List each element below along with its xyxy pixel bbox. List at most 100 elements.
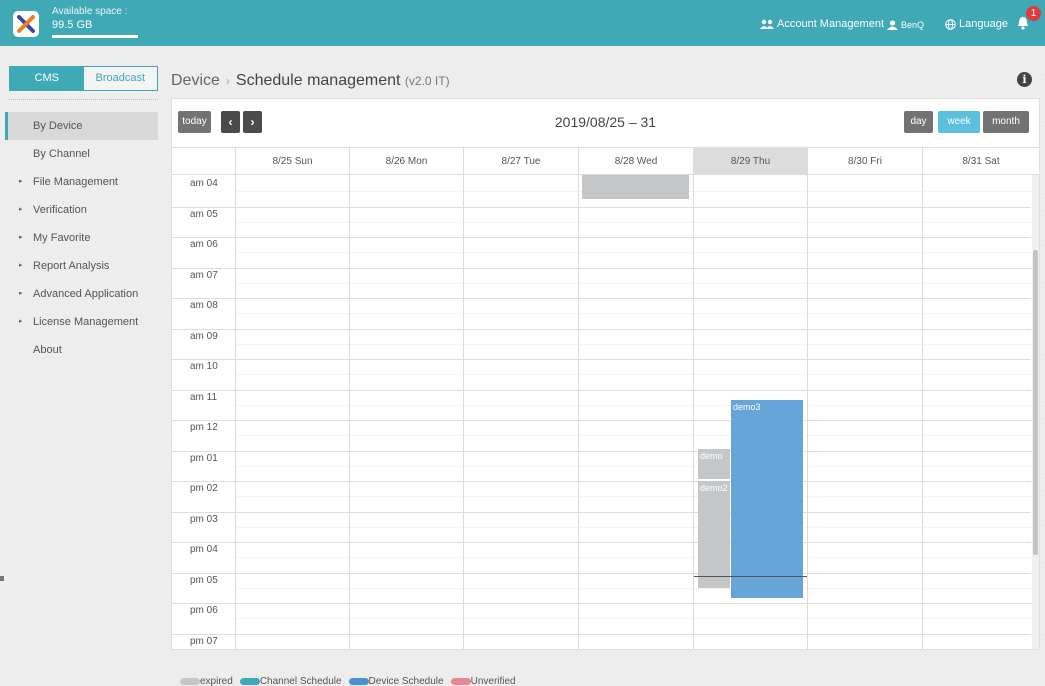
- hour-line: [172, 267, 1031, 269]
- current-time-marker: [0, 576, 4, 581]
- hour-label: pm 03: [190, 513, 218, 525]
- language-menu[interactable]: Language: [945, 18, 1008, 30]
- expired-schedule-event[interactable]: [582, 175, 689, 199]
- day-header: 8/31 Sat: [922, 148, 1039, 175]
- half-hour-line: [235, 587, 1031, 589]
- sidebar-item-file-management[interactable]: ▸ File Management: [5, 168, 158, 196]
- day-header: 8/29 Thu: [693, 148, 807, 175]
- hour-line: [172, 298, 1031, 299]
- version-label: (v2.0 IT): [404, 74, 450, 88]
- breadcrumb-separator: ›: [225, 74, 230, 88]
- available-space-bar-fill: [52, 35, 138, 38]
- hour-line: [172, 206, 1031, 208]
- hour-label: am 04: [190, 178, 218, 189]
- half-hour-line: [235, 221, 1031, 223]
- day-column-divider: [463, 175, 464, 649]
- globe-icon: [945, 18, 956, 30]
- half-hour-line: [235, 557, 1031, 559]
- sidebar-item-about[interactable]: About: [5, 336, 158, 364]
- caret-right-icon: ▸: [19, 318, 23, 325]
- day-column-divider: [349, 175, 350, 649]
- current-time-line: [694, 575, 807, 577]
- tab-broadcast[interactable]: Broadcast: [83, 67, 157, 90]
- sidebar-divider: [9, 99, 158, 100]
- caret-right-icon: ▸: [19, 234, 23, 241]
- available-space-label: Available space :: [52, 6, 128, 17]
- hour-line: [172, 359, 1031, 360]
- language-label: Language: [959, 18, 1008, 30]
- day-column-divider: [235, 175, 236, 649]
- event-title: demo: [700, 450, 723, 461]
- sidebar-item-verification[interactable]: ▸ Verification: [5, 196, 158, 224]
- legend-label: expired: [200, 676, 233, 686]
- user-icon: [887, 20, 898, 30]
- view-day-button[interactable]: day: [904, 111, 933, 133]
- sidebar-item-by-channel[interactable]: By Channel: [5, 140, 158, 168]
- sidebar-tabs: CMS Broadcast: [9, 66, 158, 91]
- hour-label: pm 05: [190, 574, 218, 586]
- sidebar-item-label: By Channel: [33, 148, 90, 160]
- tab-cms[interactable]: CMS: [10, 67, 84, 90]
- hour-label: pm 02: [190, 483, 218, 494]
- calendar-day-header: 8/25 Sun 8/26 Mon 8/27 Tue 8/28 Wed 8/29 Thu…: [172, 147, 1039, 175]
- caret-right-icon: ▸: [19, 206, 23, 213]
- sidebar-item-my-favorite[interactable]: ▸ My Favorite: [5, 224, 158, 252]
- hour-line: [172, 237, 1031, 238]
- calendar-scrollbar[interactable]: [1032, 175, 1039, 649]
- calendar-panel: today ‹ › 2019/08/25 – 31 day week month 8…: [171, 98, 1040, 650]
- hour-label: pm 07: [190, 635, 218, 647]
- expired-schedule-event[interactable]: demo: [698, 448, 730, 480]
- notification-badge: 1: [1026, 6, 1041, 21]
- calendar-scroll-thumb[interactable]: [1033, 250, 1038, 555]
- caret-right-icon: ▸: [19, 178, 23, 185]
- account-management-link[interactable]: Account Management: [760, 18, 884, 30]
- info-icon[interactable]: i: [1017, 72, 1032, 87]
- hour-line: [172, 633, 1031, 635]
- app-logo-icon[interactable]: [13, 11, 39, 37]
- hour-line: [172, 328, 1031, 330]
- view-month-button[interactable]: month: [983, 111, 1029, 133]
- half-hour-line: [235, 282, 1031, 284]
- legend-item-device-schedule: Device Schedule: [348, 676, 444, 686]
- legend-label: Device Schedule: [368, 676, 444, 686]
- sidebar-item-label: Advanced Application: [33, 288, 139, 300]
- expired-schedule-event[interactable]: demo2: [698, 481, 730, 588]
- page-title: Schedule management: [235, 72, 401, 89]
- breadcrumb-parent[interactable]: Device: [171, 72, 220, 89]
- day-column-divider: [807, 175, 808, 649]
- sidebar-item-label: My Favorite: [33, 232, 91, 244]
- device-schedule-event[interactable]: demo3: [731, 399, 803, 598]
- calendar-time-grid[interactable]: am 04 am 05 am 06 am 07 am 08 am 09 am 10 am 11…: [172, 175, 1031, 649]
- hour-line: [172, 481, 1031, 482]
- sidebar-item-report-analysis[interactable]: ▸ Report Analysis: [5, 252, 158, 280]
- day-column-divider: [693, 175, 694, 649]
- caret-right-icon: ▸: [19, 290, 23, 297]
- hour-label: am 08: [190, 300, 218, 311]
- day-header: 8/27 Tue: [463, 148, 578, 175]
- view-week-button[interactable]: week: [938, 111, 980, 133]
- legend-label: Channel Schedule: [259, 676, 342, 686]
- user-menu[interactable]: BenQ: [887, 20, 924, 30]
- available-space-value: 99.5 GB: [52, 19, 93, 31]
- legend-label: Unverified: [470, 676, 516, 686]
- day-header: 8/30 Fri: [807, 148, 922, 175]
- hour-line: [172, 603, 1031, 604]
- hour-label: am 05: [190, 208, 218, 220]
- half-hour-line: [235, 374, 1031, 376]
- hour-label: am 07: [190, 269, 218, 281]
- sidebar-item-label: By Device: [33, 120, 83, 132]
- legend-item-expired: expired: [180, 676, 233, 686]
- sidebar-item-by-device[interactable]: By Device: [5, 112, 158, 140]
- sidebar-item-label: File Management: [33, 176, 118, 188]
- hour-label: am 09: [190, 330, 218, 342]
- sidebar-item-license-management[interactable]: ▸ License Management: [5, 308, 158, 336]
- hour-line: [172, 420, 1031, 421]
- half-hour-line: [235, 648, 1031, 649]
- hour-line: [172, 542, 1031, 543]
- sidebar-item-label: Report Analysis: [33, 260, 110, 272]
- day-column-divider: [922, 175, 923, 649]
- top-bar: Available space : 99.5 GB Account Manage…: [0, 0, 1045, 46]
- day-column-divider: [578, 175, 579, 649]
- sidebar-item-advanced-application[interactable]: ▸ Advanced Application: [5, 280, 158, 308]
- legend-item-unverified: Unverified: [450, 676, 516, 686]
